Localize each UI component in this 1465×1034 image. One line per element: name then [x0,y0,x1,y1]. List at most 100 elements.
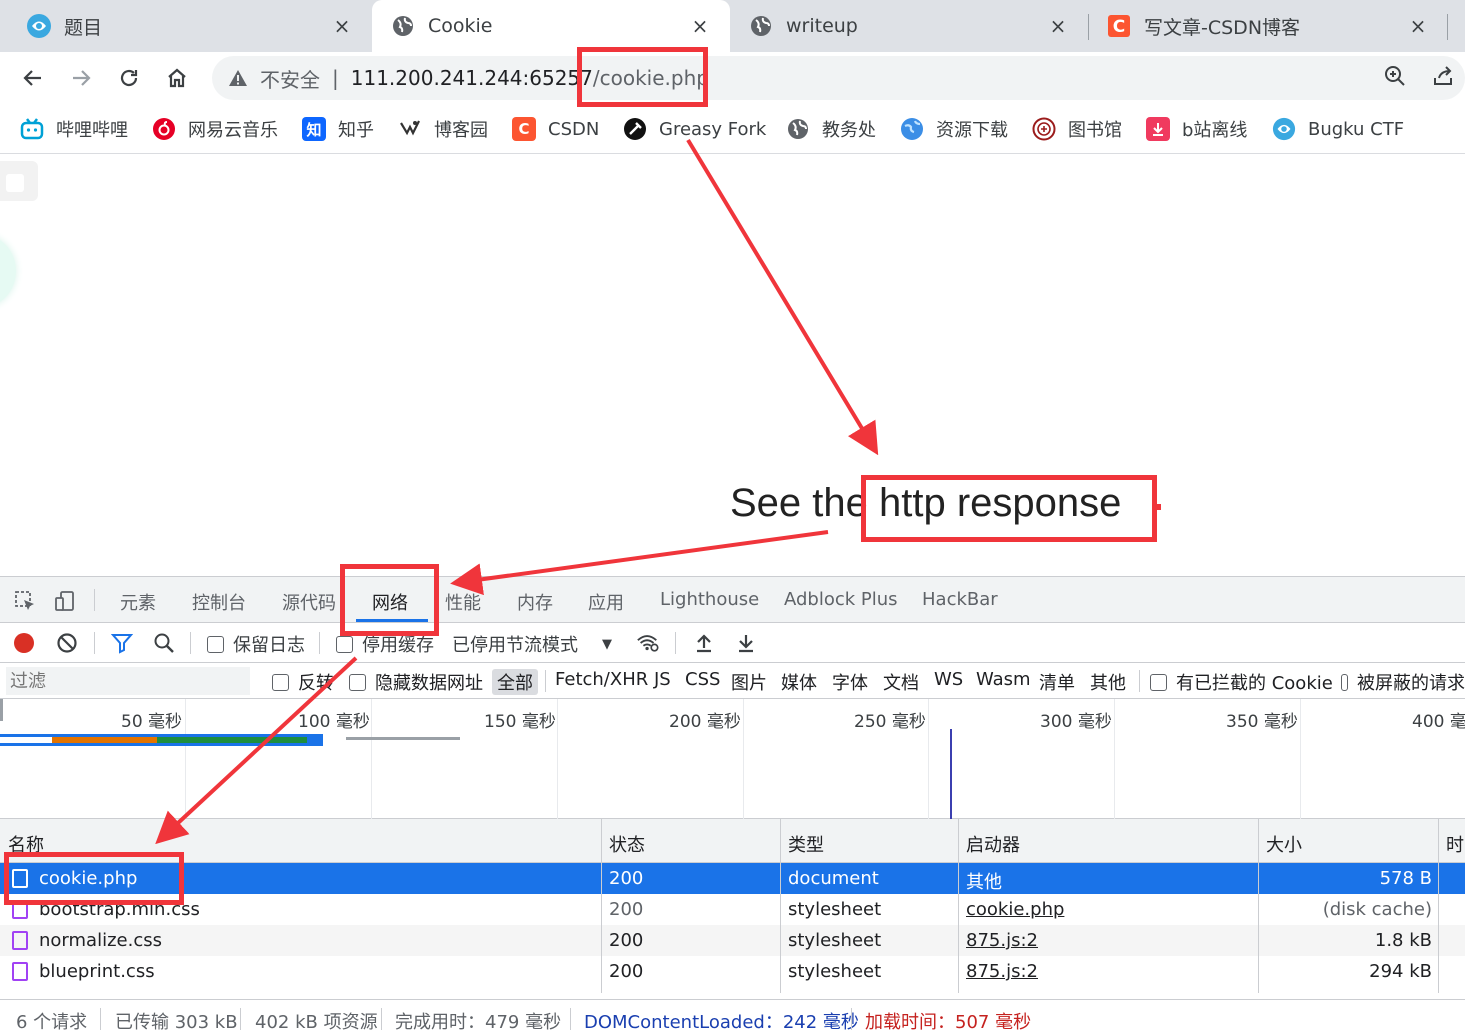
device-toolbar-icon[interactable] [53,589,77,613]
library-icon [1032,117,1056,141]
column-initiator[interactable]: 启动器 [966,831,1020,857]
network-status-bar: 6 个请求 已传输 303 kB 402 kB 项资源 完成用时：479 毫秒 … [0,999,1465,1034]
bookmark-greasy-fork[interactable]: Greasy Fork [623,114,766,144]
zoom-icon [1385,66,1405,86]
reload-button[interactable] [113,62,145,94]
tab-elements[interactable]: 元素 [120,589,156,615]
devtools-panel: 元素 控制台 源代码 网络 性能 内存 应用 Lighthouse Adbloc… [0,576,1465,1034]
back-button[interactable] [17,62,49,94]
download-icon[interactable] [734,631,758,655]
timeline-label: 350 毫秒 [1226,712,1298,732]
browser-toolbar: 不安全 | 111.200.241.244:65257/cookie.php [0,52,1465,104]
filter-type-css[interactable]: CSS [685,669,720,690]
tab-lighthouse[interactable]: Lighthouse [660,589,759,610]
column-type[interactable]: 类型 [788,831,824,857]
initiator-link[interactable]: 875.js:2 [966,930,1038,951]
blocked-cookies-checkbox[interactable]: 有已拦截的 Cookie [1150,669,1333,695]
initiator-link[interactable]: cookie.php [966,899,1064,920]
initiator-link[interactable]: 875.js:2 [966,961,1038,982]
tab-sources[interactable]: 源代码 [282,589,336,615]
home-button[interactable] [161,62,193,94]
network-conditions-icon[interactable] [636,631,660,655]
bookmark-netease-music[interactable]: 网易云音乐 [152,114,278,144]
table-row[interactable]: blueprint.css 200 stylesheet 875.js:2 29… [0,956,1465,987]
csdn-icon: C [512,117,536,141]
close-icon[interactable]: × [328,14,356,38]
filter-type-fetch-xhr[interactable]: Fetch/XHR [555,669,648,690]
search-icon[interactable] [152,631,176,655]
annotation-box-url-path [577,47,708,107]
invert-checkbox[interactable]: 反转 [272,669,334,695]
tab-console[interactable]: 控制台 [192,589,246,615]
bookmark-cnblogs[interactable]: 博客园 [398,114,488,144]
download-icon [1146,117,1170,141]
zoom-button[interactable] [1381,62,1409,90]
close-icon[interactable]: × [1404,14,1432,38]
share-button[interactable] [1429,62,1457,90]
bookmark-csdn[interactable]: C CSDN [512,114,599,144]
record-icon[interactable] [12,631,36,655]
forward-button[interactable] [65,62,97,94]
waterfall-bar-css [346,737,460,740]
bookmark-downloads[interactable]: 资源下载 [900,114,1008,144]
blocked-requests-checkbox[interactable]: 被屏蔽的请求 [1341,669,1465,695]
bookmark-bilibili-offline[interactable]: b站离线 [1146,114,1247,144]
stylesheet-icon [12,962,28,981]
tab-application[interactable]: 应用 [588,589,624,615]
throttling-select[interactable]: 已停用节流模式 ▼ [452,631,612,657]
filter-type-img[interactable]: 图片 [731,669,767,695]
timeline-overview[interactable]: 50 毫秒 100 毫秒 150 毫秒 200 毫秒 250 毫秒 300 毫秒… [0,699,1465,819]
page-widget[interactable] [0,161,38,201]
tab-csdn[interactable]: C 写文章-CSDN博客 × [1090,0,1448,52]
close-icon[interactable]: × [1044,14,1072,38]
column-size[interactable]: 大小 [1266,831,1302,857]
bookmark-jwc[interactable]: 教务处 [786,114,876,144]
bookmark-bilibili[interactable]: 哔哩哔哩 [20,114,128,144]
svg-text:C: C [1113,17,1125,37]
filter-type-manifest[interactable]: 清单 [1039,669,1075,695]
tab-divider [1447,14,1448,40]
clear-icon[interactable] [55,631,79,655]
filter-type-other[interactable]: 其他 [1090,669,1126,695]
table-row[interactable]: bootstrap.min.css 200 stylesheet cookie.… [0,894,1465,925]
table-row[interactable]: cookie.php 200 document 其他 578 B [0,863,1465,894]
load-time: 加载时间：507 毫秒 [865,1012,1032,1033]
table-row[interactable]: normalize.css 200 stylesheet 875.js:2 1.… [0,925,1465,956]
close-icon[interactable]: × [686,14,714,38]
filter-type-ws[interactable]: WS [934,669,963,690]
filter-type-doc[interactable]: 文档 [883,669,919,695]
finish-time: 完成用时：479 毫秒 [395,1012,562,1033]
floating-widget[interactable] [0,235,16,307]
tab-adblock-plus[interactable]: Adblock Plus [784,589,898,610]
filter-type-font[interactable]: 字体 [832,669,868,695]
tab-timu[interactable]: 题目 × [0,0,372,52]
insecure-label[interactable]: 不安全 [260,64,320,93]
tab-writeup[interactable]: writeup × [730,0,1088,52]
warning-icon[interactable] [228,68,248,88]
timeline-label: 100 毫秒 [298,712,370,732]
filter-type-wasm[interactable]: Wasm [976,669,1031,690]
filter-type-all[interactable]: 全部 [492,669,538,695]
preserve-log-checkbox[interactable]: 保留日志 [207,631,305,657]
bookmark-zhihu[interactable]: 知 知乎 [302,114,374,144]
filter-type-js[interactable]: JS [654,669,671,690]
upload-icon[interactable] [692,631,716,655]
timeline-label: 150 毫秒 [484,712,556,732]
tab-performance[interactable]: 性能 [445,589,481,615]
tab-cookie[interactable]: Cookie × [372,0,730,52]
column-status[interactable]: 状态 [609,831,645,857]
earth-icon [900,117,924,141]
hide-data-urls-checkbox[interactable]: 隐藏数据网址 [349,669,483,695]
arrow-right-icon [73,70,91,86]
bookmark-library[interactable]: 图书馆 [1032,114,1122,144]
tab-hackbar[interactable]: HackBar [922,589,998,610]
inspect-element-icon[interactable] [13,589,37,613]
filter-type-media[interactable]: 媒体 [781,669,817,695]
column-time[interactable]: 时间 [1446,831,1465,857]
filter-input[interactable] [6,667,250,695]
filter-icon[interactable] [110,631,134,655]
bookmarks-bar: 哔哩哔哩 网易云音乐 知 知乎 博客园 C CSDN Greasy Fork 教… [0,104,1465,154]
bookmark-bugku[interactable]: Bugku CTF [1272,114,1404,144]
tab-memory[interactable]: 内存 [517,589,553,615]
address-bar[interactable]: 不安全 | 111.200.241.244:65257/cookie.php [212,56,1465,100]
